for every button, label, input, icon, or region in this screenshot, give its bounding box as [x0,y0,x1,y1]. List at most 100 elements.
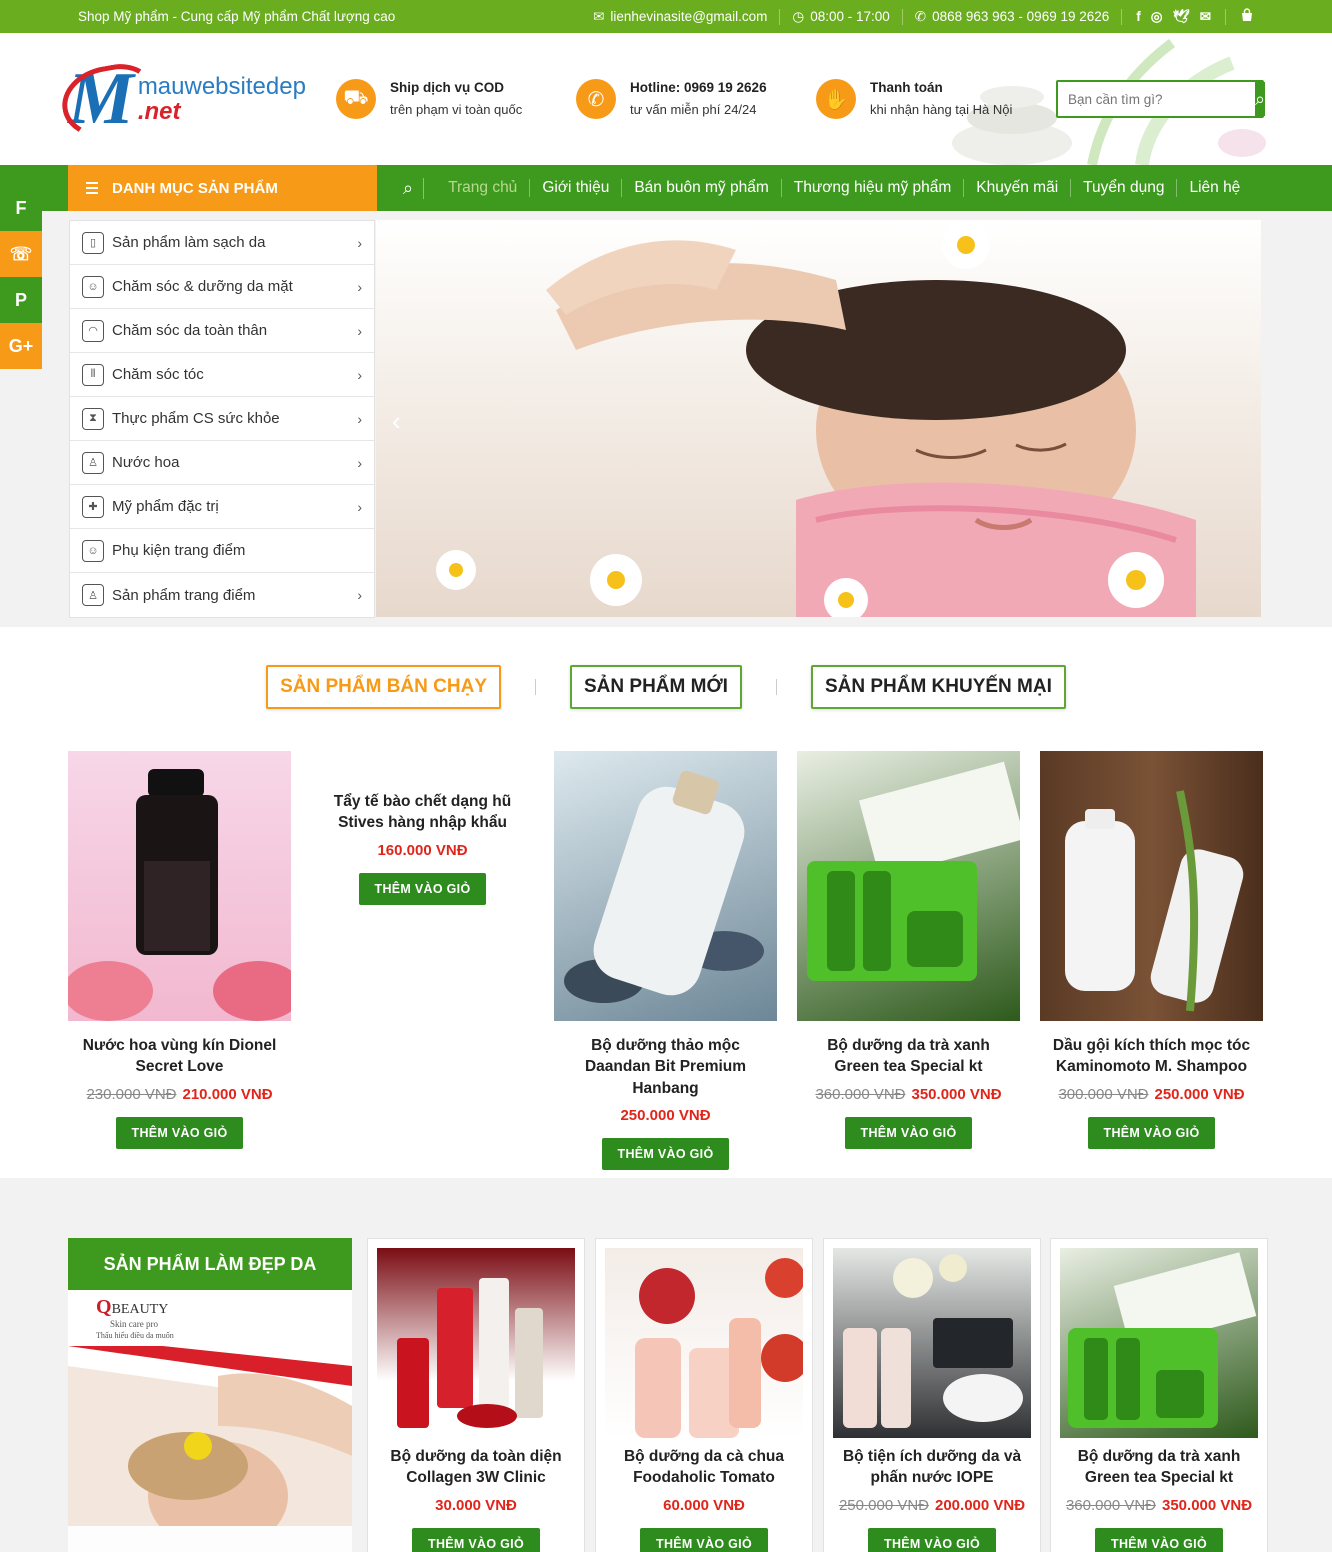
product-price: 160.000 VNĐ [377,841,468,859]
skin-care-section: SẢN PHẨM LÀM ĐẸP DA QBEAUTY Skin care pr… [0,1178,1332,1552]
featured-products: Nước hoa vùng kín Dionel Secret Love 230… [68,751,1263,1171]
facebook-icon[interactable]: F [0,185,42,231]
category-item[interactable]: ☺ Phụ kiện trang điểm [70,529,374,573]
product-price: 360.000 VNĐ 350.000 VNĐ [1065,1496,1253,1514]
product-tabs: SẢN PHẨM BÁN CHẠY SẢN PHẨM MỚI SẢN PHẨM … [0,665,1332,709]
email-link[interactable]: ✉ lienhevinasite@gmail.com [581,8,781,25]
spa-woman-image [436,221,1196,617]
product-name[interactable]: Bộ tiện ích dưỡng da và phấn nước IOPE [833,1446,1031,1489]
category-item[interactable]: ◠ Chăm sóc da toàn thân › [70,309,374,353]
add-to-cart-button[interactable]: THÊM VÀO GIỎ [601,1138,730,1171]
category-item[interactable]: ♙ Nước hoa › [70,441,374,485]
chevron-right-icon: › [357,587,362,603]
add-to-cart-button[interactable]: THÊM VÀO GIỎ [412,1527,540,1552]
chevron-right-icon: › [357,498,362,515]
phone-icon[interactable]: ☏ [0,231,42,277]
face-care-icon: ☺ [82,275,104,298]
cleanser-icon: ▯ [82,231,104,254]
product-image[interactable] [1040,751,1263,1021]
add-to-cart-button[interactable]: THÊM VÀO GIỎ [1095,1527,1223,1552]
logo-domain: .net [137,98,181,125]
search-icon[interactable]: ⌕ [403,177,425,199]
product-card: Nước hoa vùng kín Dionel Secret Love 230… [68,751,291,1149]
nav-contact[interactable]: Liên hệ [1177,179,1252,197]
product-price: 300.000 VNĐ 250.000 VNĐ [1058,1085,1245,1103]
product-card: Bộ tiện ích dưỡng da và phấn nước IOPE 2… [823,1238,1041,1552]
category-item[interactable]: ✚ Mỹ phẩm đặc trị › [70,485,374,529]
add-to-cart-button[interactable]: THÊM VÀO GIỎ [115,1116,244,1149]
category-item[interactable]: ⧗ Thực phẩm CS sức khỏe › [70,397,374,441]
category-item[interactable]: ⫴ Chăm sóc tóc › [70,353,374,397]
perfume-icon: ♙ [82,451,104,474]
category-item[interactable]: ▯ Sản phẩm làm sạch da › [70,221,374,265]
nav-wholesale[interactable]: Bán buôn mỹ phẩm [622,179,782,197]
search-icon: ⌕ [1255,88,1266,109]
category-item[interactable]: ☺ Chăm sóc & dưỡng da mặt › [70,265,374,309]
hero-section: ▯ Sản phẩm làm sạch da › ☺ Chăm sóc & dưỡng… [0,211,1332,627]
chevron-right-icon: › [357,410,362,427]
product-name[interactable]: Bộ dưỡng da cà chua Foodaholic Tomato [605,1446,803,1489]
feature-shipping: ⛟ Ship dịch vụ COD trên phạm vi toàn quốc [336,76,576,122]
nav-about[interactable]: Giới thiệu [530,179,623,197]
facebook-icon[interactable]: f [1136,9,1141,25]
nav-brands[interactable]: Thương hiệu mỹ phẩm [782,179,965,197]
product-name[interactable]: Dầu gội kích thích mọc tóc Kaminomoto M.… [1040,1035,1263,1078]
tab-best-sellers[interactable]: SẢN PHẨM BÁN CHẠY [266,665,501,709]
product-image[interactable] [554,751,777,1021]
phone-link[interactable]: ✆ 0868 963 963 - 0969 19 2626 [903,8,1123,25]
mail-icon[interactable]: ✉ [1200,9,1211,25]
site-logo[interactable]: M mauwebsitedep .net [56,58,330,146]
nav-promotions[interactable]: Khuyến mãi [964,179,1072,197]
phone-icon: ✆ [914,8,927,24]
body-care-icon: ◠ [82,319,104,342]
slider-prev-arrow[interactable]: ‹ [392,406,401,437]
logo-mark: M [56,58,162,146]
product-name[interactable]: Nước hoa vùng kín Dionel Secret Love [68,1035,291,1078]
search-button[interactable]: ⌕ [1255,82,1266,116]
hair-care-icon: ⫴ [82,363,104,386]
search-box: ⌕ [1056,80,1266,118]
product-name[interactable]: Bộ dưỡng da trà xanh Green tea Special k… [797,1035,1020,1078]
nav-home[interactable]: Trang chủ [436,179,531,197]
makeup-icon: ♙ [82,584,104,606]
add-to-cart-button[interactable]: THÊM VÀO GIỎ [868,1527,996,1552]
product-card: Bộ dưỡng da toàn diện Collagen 3W Clinic… [367,1238,585,1552]
product-image[interactable] [68,751,291,1021]
add-to-cart-button[interactable]: THÊM VÀO GIỎ [1087,1116,1216,1149]
nav-careers[interactable]: Tuyển dụng [1071,179,1178,197]
cart-icon[interactable] [1226,8,1254,25]
google-plus-icon[interactable]: G+ [0,323,42,369]
tab-promotions[interactable]: SẢN PHẨM KHUYẾN MẠI [810,665,1066,709]
pinterest-icon[interactable]: P [0,277,42,323]
feature-payment: ✋ Thanh toán khi nhận hàng tại Hà Nội [816,76,1056,122]
tab-new-products[interactable]: SẢN PHẨM MỚI [570,665,742,709]
product-price: 360.000 VNĐ 350.000 VNĐ [815,1085,1002,1103]
product-card: Bộ dưỡng thảo mộc Daandan Bit Premium Ha… [554,751,777,1171]
search-input[interactable] [1058,82,1255,116]
product-image[interactable] [605,1248,803,1438]
product-image[interactable] [1060,1248,1258,1438]
section-banner[interactable]: SẢN PHẨM LÀM ĐẸP DA QBEAUTY Skin care pr… [68,1238,352,1552]
product-image[interactable] [377,1248,575,1438]
treatment-icon: ✚ [82,495,104,518]
product-name[interactable]: Tẩy tế bào chết dạng hũ Stives hàng nhập… [311,791,534,834]
accessory-icon: ☺ [82,539,104,562]
product-name[interactable]: Bộ dưỡng da trà xanh Green tea Special k… [1060,1446,1258,1489]
hours: ◷ 08:00 - 17:00 [780,8,903,25]
product-image[interactable] [797,751,1020,1021]
product-image[interactable] [833,1248,1031,1438]
add-to-cart-button[interactable]: THÊM VÀO GIỎ [640,1527,768,1552]
product-name[interactable]: Bộ dưỡng thảo mộc Daandan Bit Premium Ha… [554,1035,777,1099]
add-to-cart-button[interactable]: THÊM VÀO GIỎ [844,1116,973,1149]
category-item[interactable]: ♙ Sản phẩm trang điểm › [70,573,374,617]
tagline: Shop Mỹ phẩm - Cung cấp Mỹ phẩm Chất lượ… [78,9,396,24]
banner-image [68,1336,352,1552]
add-to-cart-button[interactable]: THÊM VÀO GIỎ [358,872,487,905]
twitter-icon[interactable]: 🕊 [1173,9,1190,25]
hamburger-icon [86,182,98,194]
section-title: SẢN PHẨM LÀM ĐẸP DA [68,1238,352,1290]
instagram-icon[interactable]: ◎ [1151,9,1163,25]
divider [535,679,536,695]
product-name[interactable]: Bộ dưỡng da toàn diện Collagen 3W Clinic [377,1446,575,1489]
category-menu-button[interactable]: DANH MỤC SẢN PHẨM [68,165,377,211]
